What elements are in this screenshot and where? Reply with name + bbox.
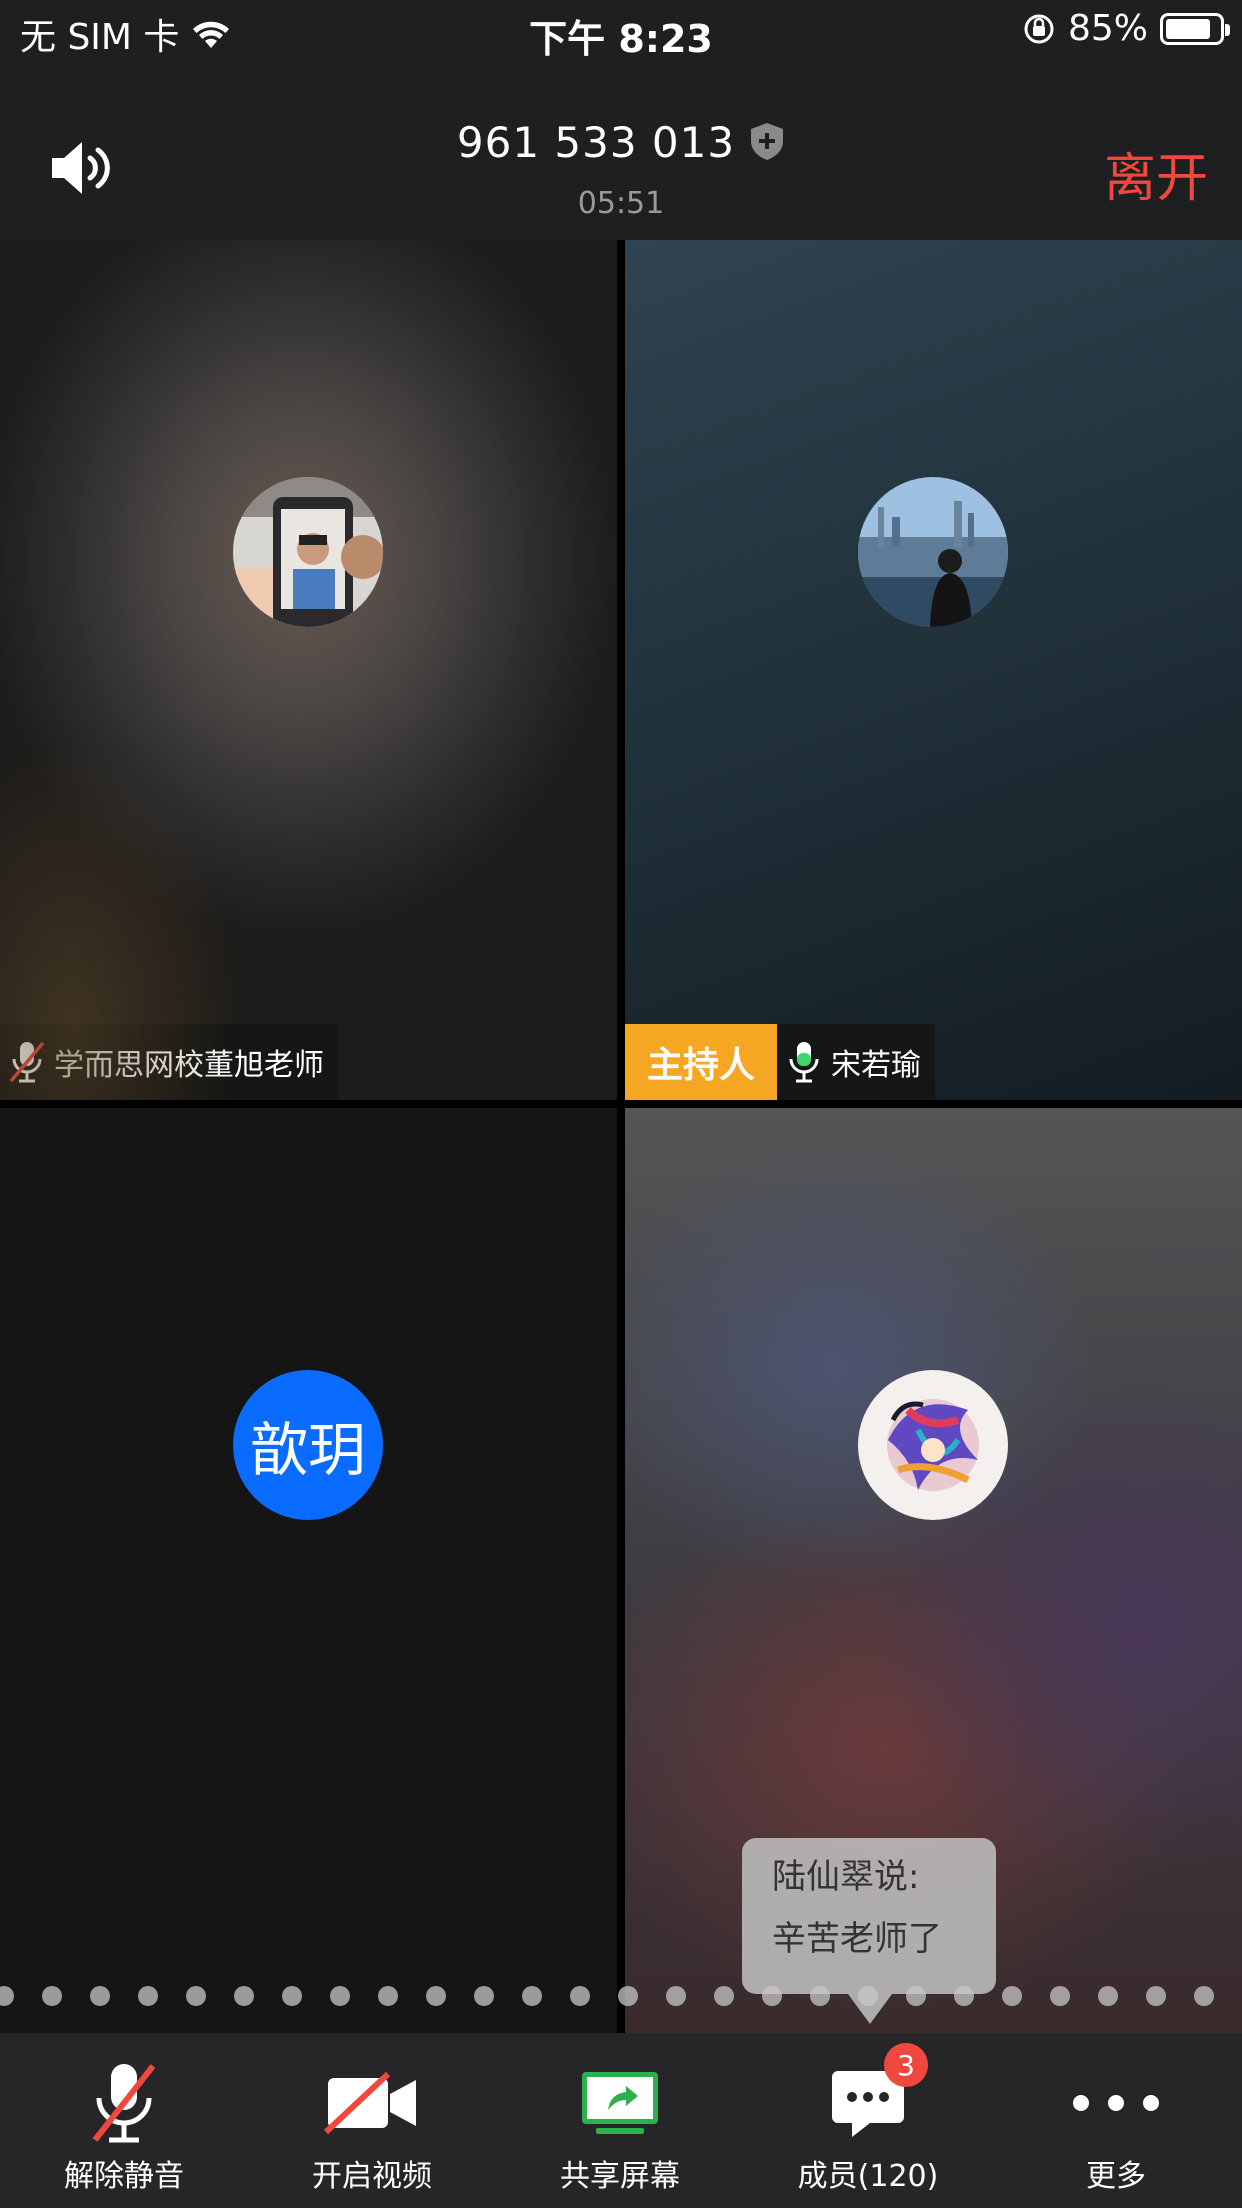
page-dot — [234, 1986, 254, 2006]
chat-message-popup[interactable]: 陆仙翠说: 辛苦老师了 — [742, 1838, 996, 2024]
page-dot — [1146, 1986, 1166, 2006]
participant-name: 宋若瑜 — [831, 1048, 922, 1083]
page-dot — [666, 1986, 686, 2006]
unmute-button[interactable]: 解除静音 — [0, 2033, 248, 2208]
unmute-label: 解除静音 — [64, 2159, 184, 2194]
participant-tile[interactable]: 主持人 宋若瑜 — [625, 240, 1242, 1100]
share-screen-icon — [570, 2053, 670, 2153]
page-dot — [378, 1986, 398, 2006]
rotation-lock-icon — [1024, 14, 1054, 43]
page-dot — [138, 1986, 158, 2006]
page-dot — [810, 1986, 830, 2006]
mic-muted-icon — [0, 1024, 54, 1100]
page-dot — [906, 1986, 926, 2006]
shield-icon — [749, 121, 785, 171]
battery-fill — [1166, 18, 1211, 39]
participant-name: 学而思网校董旭老师 — [54, 1048, 324, 1083]
start-video-button[interactable]: 开启视频 — [248, 2033, 496, 2208]
battery-icon — [1160, 12, 1230, 45]
meeting-duration: 05:51 — [577, 186, 665, 221]
page-dot — [714, 1986, 734, 2006]
page-dot — [282, 1986, 302, 2006]
page-dot — [426, 1986, 446, 2006]
leave-button[interactable]: 离开 — [1104, 136, 1208, 211]
page-indicator — [0, 1986, 1242, 2006]
status-right: 85% — [1022, 8, 1230, 49]
members-button[interactable]: 3 成员(120) — [744, 2033, 992, 2208]
participant-tile[interactable]: 学而思网校董旭老师 — [0, 240, 617, 1100]
avatar — [858, 477, 1008, 627]
page-dot — [858, 1986, 878, 2006]
mic-active-icon — [777, 1024, 831, 1100]
page-dot — [330, 1986, 350, 2006]
members-label: 成员(120) — [797, 2159, 939, 2194]
page-dot — [0, 1986, 14, 2006]
share-screen-button[interactable]: 共享屏幕 — [496, 2033, 744, 2208]
page-dot — [90, 1986, 110, 2006]
video-grid: 学而思网校董旭老师 主持人 宋若瑜 歆玥 — [0, 240, 1242, 2033]
share-screen-label: 共享屏幕 — [560, 2159, 680, 2194]
participant-name-tag: 主持人 宋若瑜 — [625, 1024, 936, 1100]
more-label: 更多 — [1086, 2159, 1146, 2194]
participant-tile[interactable]: 歆玥 — [0, 1108, 617, 2033]
page-dot — [1050, 1986, 1070, 2006]
chat-sender-line: 陆仙翠说: — [772, 1857, 920, 1897]
meeting-id-text: 961 533 013 — [456, 118, 736, 167]
page-dot — [1098, 1986, 1118, 2006]
page-dot — [570, 1986, 590, 2006]
page-dot — [1002, 1986, 1022, 2006]
avatar — [858, 1370, 1008, 1520]
meeting-id: 961 533 013 — [0, 118, 1242, 171]
chat-message-line: 辛苦老师了 — [772, 1919, 942, 1959]
status-bar: 无 SIM 卡 下午 8:23 85% — [0, 0, 1242, 62]
page-dot — [954, 1986, 974, 2006]
page-dot — [762, 1986, 782, 2006]
mic-muted-icon — [74, 2053, 174, 2153]
meeting-header: 961 533 013 05:51 离开 — [0, 62, 1242, 240]
bottom-toolbar: 解除静音 开启视频 共享屏幕 3 成员(120) 更多 — [0, 2033, 1242, 2208]
page-dot — [522, 1986, 542, 2006]
host-badge: 主持人 — [625, 1024, 778, 1100]
page-dot — [186, 1986, 206, 2006]
page-dot — [42, 1986, 62, 2006]
video-off-icon — [322, 2053, 422, 2153]
battery-percent: 85% — [1067, 8, 1148, 49]
page-dot — [474, 1986, 494, 2006]
unread-badge: 3 — [884, 2043, 928, 2087]
more-button[interactable]: 更多 — [992, 2033, 1242, 2208]
participant-name-tag: 学而思网校董旭老师 — [0, 1024, 338, 1100]
avatar — [233, 477, 383, 627]
page-dot — [1194, 1986, 1214, 2006]
start-video-label: 开启视频 — [312, 2159, 432, 2194]
battery-nub — [1225, 23, 1230, 36]
more-dots-icon — [1066, 2053, 1166, 2153]
avatar: 歆玥 — [233, 1370, 383, 1520]
page-dot — [618, 1986, 638, 2006]
